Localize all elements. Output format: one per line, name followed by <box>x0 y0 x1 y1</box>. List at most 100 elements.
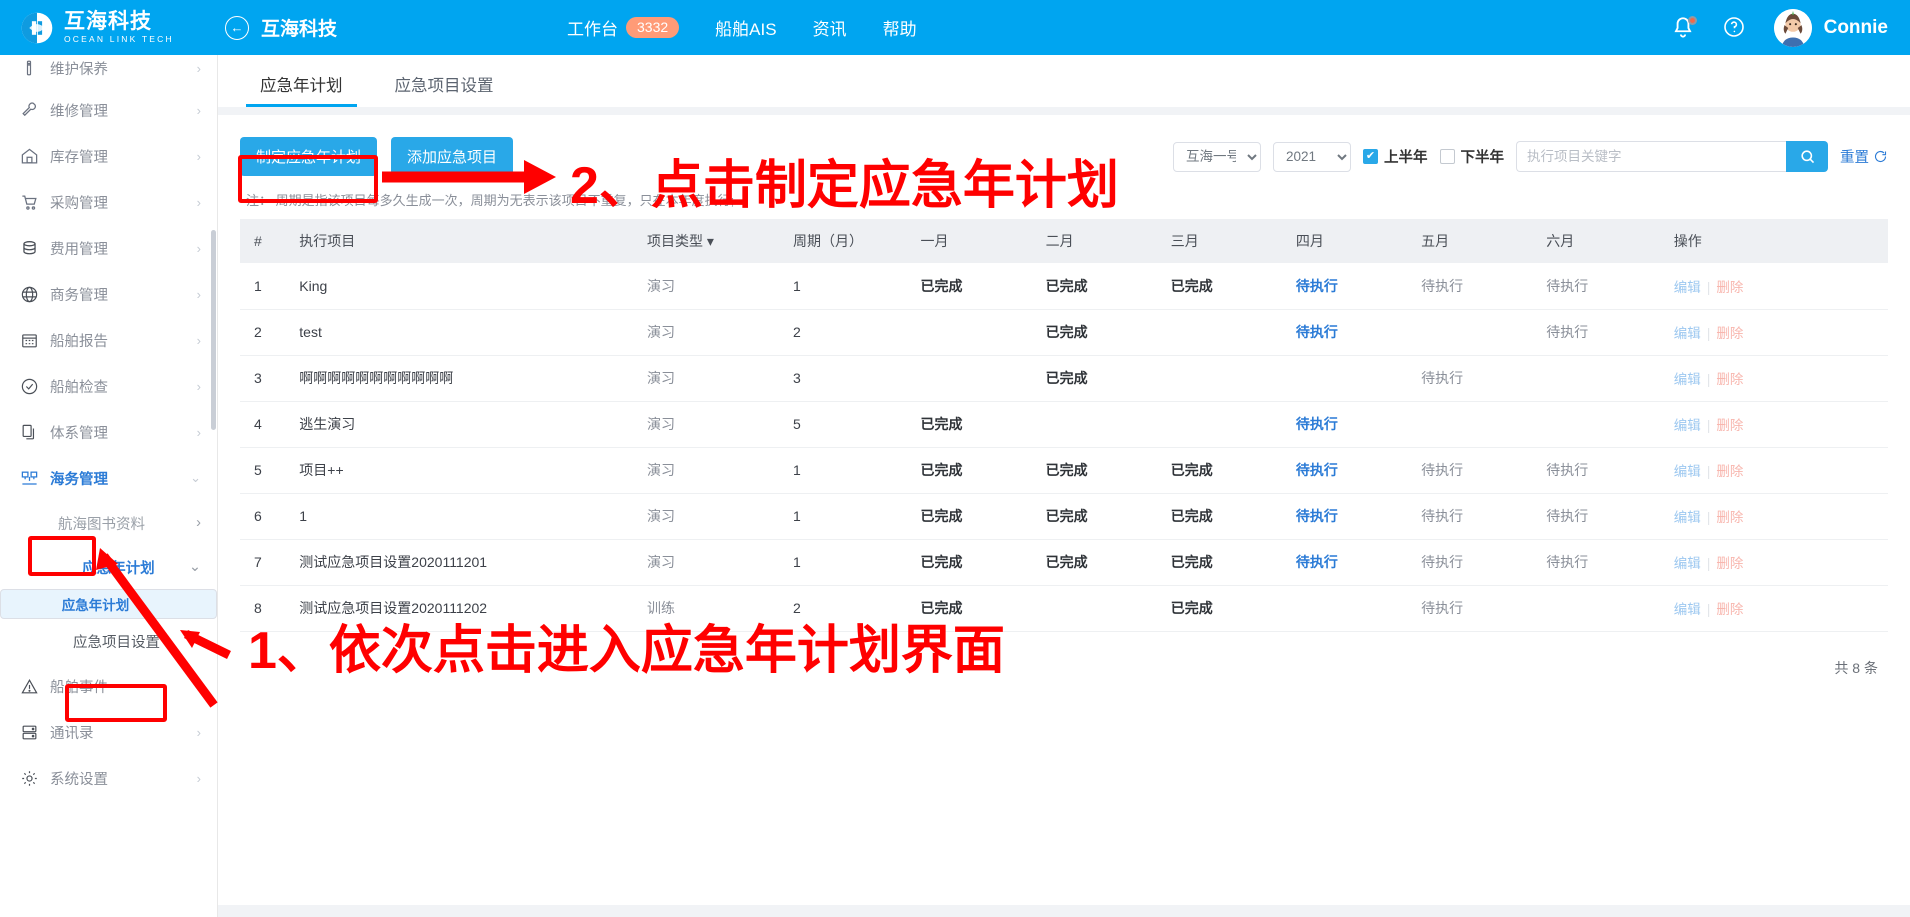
sidebar-item-inventory[interactable]: 库存管理 › <box>0 133 217 179</box>
edit-link[interactable]: 编辑 <box>1674 326 1701 341</box>
table-row[interactable]: 5 项目++ 演习 1 已完成 已完成 已完成 待执行 待执行 待执行 编辑 | 删除 <box>240 447 1888 494</box>
edit-link[interactable]: 编辑 <box>1674 510 1701 525</box>
cell-item-type: 演习 <box>640 309 787 356</box>
chevron-right-icon: › <box>196 770 201 786</box>
edit-link[interactable]: 编辑 <box>1674 556 1701 571</box>
search-input[interactable] <box>1516 141 1786 172</box>
sidebar-item-emergency-item-settings[interactable]: 应急项目设置 <box>0 619 217 663</box>
cell-status-apr: 待执行 <box>1289 539 1416 586</box>
cell-status-jun: 待执行 <box>1540 263 1668 310</box>
top-navigation: 工作台 3332 船舶AIS 资讯 帮助 <box>567 15 917 40</box>
sidebar-item-marine-management[interactable]: 海务管理 ⌄ <box>0 455 217 501</box>
th-feb: 二月 <box>1039 219 1165 263</box>
delete-link[interactable]: 删除 <box>1716 418 1743 433</box>
cell-actions: 编辑 | 删除 <box>1667 401 1888 448</box>
sidebar-item-ship-report[interactable]: 船舶报告 › <box>0 317 217 363</box>
tab-emergency-item-settings[interactable]: 应急项目设置 <box>389 72 500 107</box>
sidebar-scrollbar[interactable] <box>211 230 216 430</box>
cell-actions: 编辑 | 删除 <box>1667 309 1888 356</box>
delete-link[interactable]: 删除 <box>1716 372 1743 387</box>
topnav-item-ais[interactable]: 船舶AIS <box>715 15 776 40</box>
table-row[interactable]: 7 测试应急项目设置2020111201 演习 1 已完成 已完成 已完成 待执行 待执行 待执行… <box>240 539 1888 586</box>
cell-status-apr: 待执行 <box>1289 493 1416 540</box>
toolbar: 制定应急年计划 添加应急项目 互海一号 2021 上半年 下 <box>240 115 1888 176</box>
cell-status-feb: 已完成 <box>1039 539 1165 586</box>
second-half-checkbox-group[interactable]: 下半年 <box>1439 146 1504 167</box>
th-item: 执行项目 <box>293 219 641 263</box>
edit-link[interactable]: 编辑 <box>1674 418 1701 433</box>
chevron-right-icon: › <box>196 724 201 740</box>
cell-index: 7 <box>240 539 294 586</box>
sitemap-icon <box>20 469 50 488</box>
tab-label-emergency-annual-plan: 应急年计划 <box>260 77 343 95</box>
help-button[interactable] <box>1722 15 1748 41</box>
cell-status-feb <box>1039 401 1165 448</box>
second-half-checkbox[interactable] <box>1439 149 1455 164</box>
notifications-button[interactable] <box>1670 15 1697 41</box>
user-profile[interactable]: Connie <box>1773 8 1888 47</box>
sidebar-item-contacts[interactable]: 通讯录 › <box>0 709 217 755</box>
topnav-item-workbench[interactable]: 工作台 3332 <box>567 15 680 40</box>
sidebar-item-business[interactable]: 商务管理 › <box>0 271 217 317</box>
table-row[interactable]: 8 测试应急项目设置2020111202 训练 2 已完成 已完成 待执行 编辑 | 删除 <box>240 585 1888 632</box>
cell-index: 3 <box>240 355 294 402</box>
add-emergency-item-button[interactable]: 添加应急项目 <box>391 137 514 176</box>
sidebar-item-repair[interactable]: 维修管理 › <box>0 87 217 133</box>
sidebar-item-system-management[interactable]: 体系管理 › <box>0 409 217 455</box>
ocean-link-tech-logo-icon <box>21 12 53 43</box>
app-root: 互海科技 OCEAN LINK TECH ← 互海科技 工作台 3332 船舶A… <box>0 0 1910 917</box>
vessel-select[interactable]: 互海一号 <box>1173 141 1261 172</box>
sidebar-item-emergency-plan-group[interactable]: 应急年计划 ⌄ <box>0 545 217 589</box>
cell-status-mar: 已完成 <box>1164 493 1290 540</box>
table-row[interactable]: 2 test 演习 2 已完成 待执行 待执行 编辑 | 删除 <box>240 309 1888 356</box>
top-header-bar: 互海科技 OCEAN LINK TECH ← 互海科技 工作台 3332 船舶A… <box>0 0 1910 55</box>
create-annual-plan-button[interactable]: 制定应急年计划 <box>240 137 378 176</box>
search-button[interactable] <box>1786 141 1828 172</box>
edit-link[interactable]: 编辑 <box>1674 280 1701 295</box>
reset-button[interactable]: 重置 <box>1840 146 1888 167</box>
table-row[interactable]: 3 啊啊啊啊啊啊啊啊啊啊啊 演习 3 已完成 待执行 编辑 | 删除 <box>240 355 1888 402</box>
cell-status-jun: 待执行 <box>1540 309 1668 356</box>
cell-status-jan <box>914 309 1040 356</box>
back-navigation-group[interactable]: ← 互海科技 <box>225 14 337 41</box>
delete-link[interactable]: 删除 <box>1716 556 1743 571</box>
cell-cycle: 1 <box>786 493 915 540</box>
cell-item-type: 演习 <box>640 355 787 402</box>
topnav-item-news[interactable]: 资讯 <box>813 15 847 40</box>
delete-link[interactable]: 删除 <box>1716 510 1743 525</box>
back-page-title: 互海科技 <box>261 19 338 40</box>
contacts-icon <box>20 723 50 742</box>
th-type[interactable]: 项目类型 ▾ <box>640 219 787 263</box>
table-row[interactable]: 4 逃生演习 演习 5 已完成 待执行 编辑 | 删除 <box>240 401 1888 448</box>
sidebar-item-purchase[interactable]: 采购管理 › <box>0 179 217 225</box>
topnav-label-workbench: 工作台 <box>567 20 619 39</box>
delete-link[interactable]: 删除 <box>1716 464 1743 479</box>
table-row[interactable]: 1 King 演习 1 已完成 已完成 已完成 待执行 待执行 待执行 编辑 | 删除 <box>240 263 1888 310</box>
sidebar-item-ship-event[interactable]: 船舶事件 <box>0 663 217 709</box>
delete-link[interactable]: 删除 <box>1716 280 1743 295</box>
edit-link[interactable]: 编辑 <box>1674 602 1701 617</box>
sidebar-item-settings[interactable]: 系统设置 › <box>0 755 217 801</box>
tab-bar: 应急年计划 应急项目设置 <box>218 55 1910 107</box>
tab-emergency-annual-plan[interactable]: 应急年计划 <box>246 72 356 107</box>
first-half-checkbox[interactable] <box>1363 149 1378 164</box>
topnav-item-help[interactable]: 帮助 <box>883 15 917 40</box>
sidebar-item-ship-inspection[interactable]: 船舶检查 › <box>0 363 217 409</box>
sidebar-item-maintenance[interactable]: 维护保养 › <box>0 55 217 87</box>
edit-link[interactable]: 编辑 <box>1674 372 1701 387</box>
edit-link[interactable]: 编辑 <box>1674 464 1701 479</box>
table-row[interactable]: 6 1 演习 1 已完成 已完成 已完成 待执行 待执行 待执行 编辑 | 删除 <box>240 493 1888 540</box>
sidebar-item-expense[interactable]: 费用管理 › <box>0 225 217 271</box>
action-separator: | <box>1706 371 1711 387</box>
back-arrow-icon[interactable]: ← <box>225 15 249 40</box>
delete-link[interactable]: 删除 <box>1716 602 1743 617</box>
first-half-checkbox-group[interactable]: 上半年 <box>1363 146 1428 167</box>
tab-label-emergency-item-settings: 应急项目设置 <box>394 77 494 95</box>
cell-item-name: 1 <box>293 493 641 540</box>
year-select[interactable]: 2021 <box>1273 141 1351 172</box>
sidebar-label-ship-event: 船舶事件 <box>50 679 108 696</box>
brand-logo-group[interactable]: 互海科技 OCEAN LINK TECH <box>0 11 215 45</box>
delete-link[interactable]: 删除 <box>1716 326 1743 341</box>
sidebar-item-emergency-annual-plan[interactable]: 应急年计划 <box>0 589 217 619</box>
sidebar-item-nautical-library[interactable]: 航海图书资料 › <box>0 501 217 545</box>
